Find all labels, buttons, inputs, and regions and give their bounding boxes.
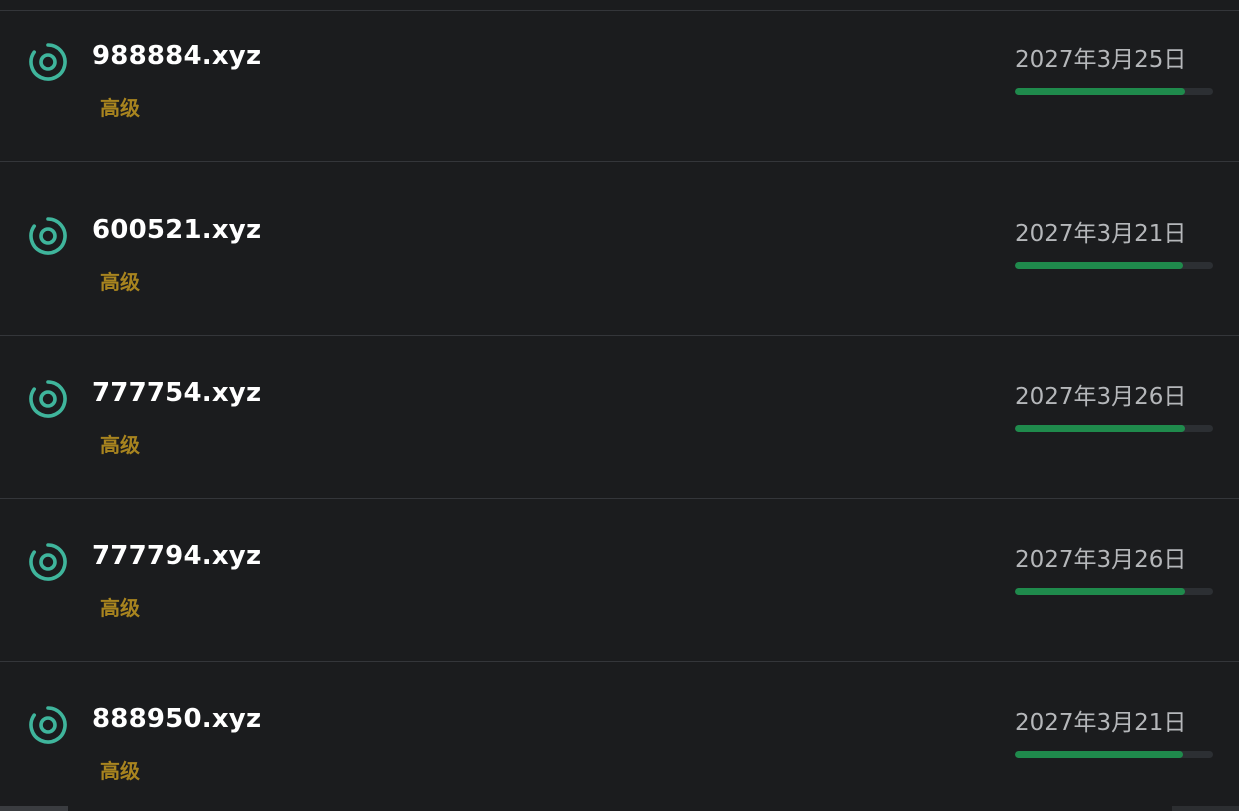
domain-name[interactable]: 988884.xyz <box>92 41 261 71</box>
progress-bar <box>1015 425 1213 432</box>
progress-bar-fill <box>1015 751 1184 758</box>
domain-row[interactable]: 888950.xyz 高级 2027年3月21日 <box>0 663 1239 811</box>
progress-bar <box>1015 262 1213 269</box>
progress-bar-fill <box>1015 88 1186 95</box>
expiry-date: 2027年3月26日 <box>1015 547 1187 573</box>
progress-bar-fill <box>1015 262 1184 269</box>
domain-name[interactable]: 600521.xyz <box>92 215 261 245</box>
tier-badge: 高级 <box>100 596 140 620</box>
tier-badge: 高级 <box>100 433 140 457</box>
expiry-date: 2027年3月21日 <box>1015 710 1187 736</box>
expiry-date: 2027年3月25日 <box>1015 47 1187 73</box>
progress-bar <box>1015 88 1213 95</box>
progress-bar-fill <box>1015 588 1186 595</box>
target-ring-icon <box>29 217 67 255</box>
domain-row[interactable]: 600521.xyz 高级 2027年3月21日 <box>0 174 1239 336</box>
scrollbar-segment <box>1172 806 1239 811</box>
expiry-date: 2027年3月26日 <box>1015 384 1187 410</box>
tier-badge: 高级 <box>100 96 140 120</box>
progress-bar <box>1015 751 1213 758</box>
target-ring-icon <box>29 380 67 418</box>
expiry-date: 2027年3月21日 <box>1015 221 1187 247</box>
domain-row[interactable]: 777794.xyz 高级 2027年3月26日 <box>0 500 1239 662</box>
domain-name[interactable]: 777754.xyz <box>92 378 261 408</box>
domain-row[interactable]: 988884.xyz 高级 2027年3月25日 <box>0 0 1239 162</box>
scrollbar-segment <box>0 806 68 811</box>
target-ring-icon <box>29 706 67 744</box>
tier-badge: 高级 <box>100 270 140 294</box>
domain-list: 600521.xyz 高级 2027年3月21日 777754.xyz 高级 2… <box>0 0 1239 811</box>
target-ring-icon <box>29 43 67 81</box>
tier-badge: 高级 <box>100 759 140 783</box>
progress-bar-fill <box>1015 425 1186 432</box>
horizontal-scrollbar[interactable] <box>0 806 1239 811</box>
domain-name[interactable]: 777794.xyz <box>92 541 261 571</box>
domain-name[interactable]: 888950.xyz <box>92 704 261 734</box>
domain-row[interactable]: 777754.xyz 高级 2027年3月26日 <box>0 337 1239 499</box>
progress-bar <box>1015 588 1213 595</box>
target-ring-icon <box>29 543 67 581</box>
